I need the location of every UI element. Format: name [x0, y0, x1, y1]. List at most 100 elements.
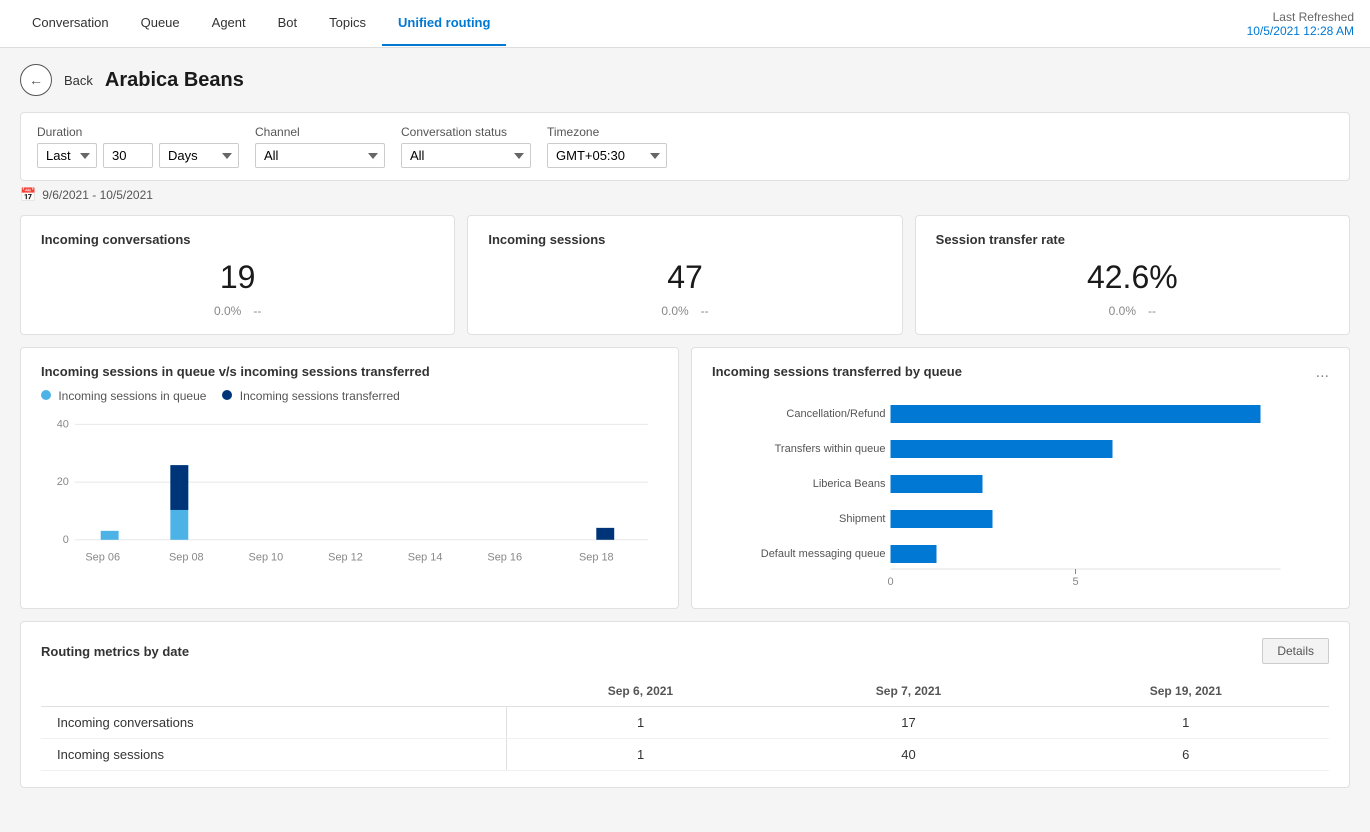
back-label[interactable]: Back [64, 73, 93, 88]
kpi-session-transfer-rate-value: 42.6% [936, 259, 1329, 296]
kpi-session-transfer-rate-title: Session transfer rate [936, 232, 1329, 247]
kpi-incoming-sessions-meta: 0.0% -- [488, 304, 881, 318]
duration-filter: Duration Last Days [37, 125, 239, 168]
timezone-select[interactable]: GMT+05:30 [547, 143, 667, 168]
svg-text:0: 0 [63, 534, 69, 546]
svg-text:0: 0 [887, 576, 893, 588]
kpi-incoming-conversations-value: 19 [41, 259, 434, 296]
legend-dot-transferred [222, 390, 232, 400]
chart-left-title: Incoming sessions in queue v/s incoming … [41, 364, 658, 379]
date-range-value: 9/6/2021 - 10/5/2021 [42, 188, 153, 202]
col-header-3: Sep 19, 2021 [1043, 676, 1329, 707]
top-nav: Conversation Queue Agent Bot Topics Unif… [0, 0, 1370, 48]
nav-tabs: Conversation Queue Agent Bot Topics Unif… [16, 1, 506, 46]
table-header: Sep 6, 2021 Sep 7, 2021 Sep 19, 2021 [41, 676, 1329, 707]
legend-dot-queue [41, 390, 51, 400]
chart-sessions-vs-transferred: Incoming sessions in queue v/s incoming … [20, 347, 679, 609]
kpi-trend-0: -- [253, 304, 261, 318]
kpi-incoming-conversations-title: Incoming conversations [41, 232, 434, 247]
svg-text:Cancellation/Refund: Cancellation/Refund [786, 408, 885, 420]
kpi-trend-1: -- [701, 304, 709, 318]
channel-label: Channel [255, 125, 385, 139]
tab-agent[interactable]: Agent [196, 1, 262, 46]
row-val-1-2: 6 [1043, 739, 1329, 771]
row-val-0-0: 1 [506, 707, 774, 739]
duration-controls: Last Days [37, 143, 239, 168]
svg-text:Sep 08: Sep 08 [169, 552, 204, 564]
timezone-label: Timezone [547, 125, 667, 139]
kpi-incoming-conversations: Incoming conversations 19 0.0% -- [20, 215, 455, 335]
conversation-status-label: Conversation status [401, 125, 531, 139]
channel-filter: Channel All [255, 125, 385, 168]
svg-text:Sep 06: Sep 06 [85, 552, 120, 564]
kpi-pct-2: 0.0% [1109, 304, 1136, 318]
row-val-1-1: 40 [774, 739, 1042, 771]
duration-label: Duration [37, 125, 239, 139]
row-val-0-2: 1 [1043, 707, 1329, 739]
tab-conversation[interactable]: Conversation [16, 1, 125, 46]
kpi-incoming-sessions-value: 47 [488, 259, 881, 296]
svg-text:Liberica Beans: Liberica Beans [813, 478, 886, 490]
chart-more-icon[interactable]: ... [1316, 364, 1329, 382]
kpi-incoming-conversations-meta: 0.0% -- [41, 304, 434, 318]
table-header-row: Routing metrics by date Details [41, 638, 1329, 664]
table-row-incoming-sessions: Incoming sessions 1 40 6 [41, 739, 1329, 771]
main-content: ← Back Arabica Beans Duration Last Days … [0, 48, 1370, 832]
refresh-time-value: 10/5/2021 12:28 AM [1247, 24, 1354, 38]
svg-text:20: 20 [57, 476, 69, 488]
svg-text:Default messaging queue: Default messaging queue [761, 548, 886, 560]
kpi-session-transfer-rate-meta: 0.0% -- [936, 304, 1329, 318]
svg-text:Shipment: Shipment [839, 513, 885, 525]
last-refreshed: Last Refreshed 10/5/2021 12:28 AM [1247, 10, 1354, 38]
tab-queue[interactable]: Queue [125, 1, 196, 46]
legend-transferred-label: Incoming sessions transferred [240, 389, 400, 403]
col-header-1: Sep 6, 2021 [506, 676, 774, 707]
date-range: 📅 9/6/2021 - 10/5/2021 [20, 187, 1350, 203]
legend-queue: Incoming sessions in queue [41, 389, 206, 403]
legend-queue-label: Incoming sessions in queue [58, 389, 206, 403]
row-label-0: Incoming conversations [41, 707, 506, 739]
conversation-status-select[interactable]: All [401, 143, 531, 168]
kpi-row: Incoming conversations 19 0.0% -- Incomi… [20, 215, 1350, 335]
svg-text:Sep 16: Sep 16 [487, 552, 522, 564]
bar-chart-svg: 40 20 0 Sep 06 Sep 08 Sep 10 Sep 12 [41, 413, 658, 583]
table-title: Routing metrics by date [41, 644, 189, 659]
svg-text:Sep 10: Sep 10 [249, 552, 284, 564]
kpi-trend-2: -- [1148, 304, 1156, 318]
col-header-0 [41, 676, 506, 707]
row-val-1-0: 1 [506, 739, 774, 771]
duration-preset-select[interactable]: Last [37, 143, 97, 168]
svg-text:5: 5 [1072, 576, 1078, 588]
svg-text:Sep 12: Sep 12 [328, 552, 363, 564]
col-header-2: Sep 7, 2021 [774, 676, 1042, 707]
charts-row: Incoming sessions in queue v/s incoming … [20, 347, 1350, 609]
kpi-pct-1: 0.0% [661, 304, 688, 318]
chart-transferred-by-queue: Incoming sessions transferred by queue .… [691, 347, 1350, 609]
conversation-status-filter: Conversation status All [401, 125, 531, 168]
svg-text:Transfers within queue: Transfers within queue [775, 443, 886, 455]
last-refreshed-label: Last Refreshed [1247, 10, 1354, 24]
svg-text:40: 40 [57, 418, 69, 430]
back-button[interactable]: ← [20, 64, 52, 96]
row-val-0-1: 17 [774, 707, 1042, 739]
tab-bot[interactable]: Bot [262, 1, 314, 46]
page-title: Arabica Beans [105, 69, 244, 92]
legend-transferred: Incoming sessions transferred [222, 389, 399, 403]
tab-topics[interactable]: Topics [313, 1, 382, 46]
timezone-filter: Timezone GMT+05:30 [547, 125, 667, 168]
kpi-incoming-sessions: Incoming sessions 47 0.0% -- [467, 215, 902, 335]
kpi-session-transfer-rate: Session transfer rate 42.6% 0.0% -- [915, 215, 1350, 335]
chart-left-legend: Incoming sessions in queue Incoming sess… [41, 389, 658, 403]
row-label-1: Incoming sessions [41, 739, 506, 771]
table-row-incoming-conversations: Incoming conversations 1 17 1 [41, 707, 1329, 739]
kpi-incoming-sessions-title: Incoming sessions [488, 232, 881, 247]
duration-value-input[interactable] [103, 143, 153, 168]
kpi-pct-0: 0.0% [214, 304, 241, 318]
details-button[interactable]: Details [1262, 638, 1329, 664]
svg-text:Sep 18: Sep 18 [579, 552, 614, 564]
tab-unified-routing[interactable]: Unified routing [382, 1, 506, 46]
duration-unit-select[interactable]: Days [159, 143, 239, 168]
filters-row: Duration Last Days Channel All Conversat… [20, 112, 1350, 181]
metrics-table: Sep 6, 2021 Sep 7, 2021 Sep 19, 2021 Inc… [41, 676, 1329, 771]
channel-select[interactable]: All [255, 143, 385, 168]
